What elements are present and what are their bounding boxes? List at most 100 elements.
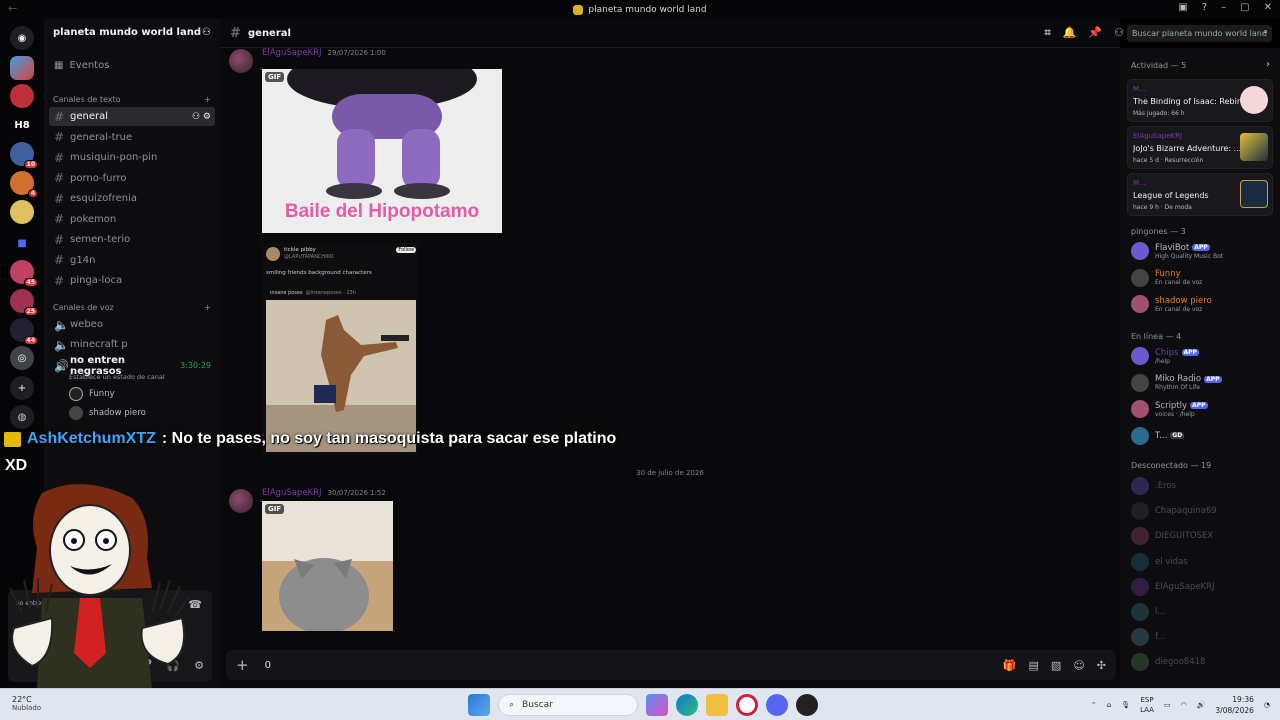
member-row[interactable]: ElAguSapeKRJ: [1131, 576, 1276, 598]
bell-icon[interactable]: 🔔: [1063, 26, 1077, 40]
gift-icon[interactable]: 🎁: [1003, 659, 1017, 672]
edge-icon[interactable]: [676, 694, 698, 716]
member-row[interactable]: l...: [1131, 601, 1276, 623]
author-name[interactable]: ElAguSapeKRJ: [262, 48, 322, 58]
members-icon[interactable]: ⚇: [1114, 26, 1124, 40]
network-icon[interactable]: ⌂: [1107, 701, 1111, 709]
member-row[interactable]: Chips APP/help: [1131, 345, 1276, 367]
member-row[interactable]: Chapaquina69: [1131, 500, 1276, 522]
pin-icon[interactable]: 📌: [1088, 26, 1102, 40]
folder-icon[interactable]: ■: [10, 231, 34, 255]
text-channel[interactable]: # general-true: [49, 128, 215, 147]
server-header[interactable]: planeta mundo world land ⚇: [44, 19, 220, 49]
discover-icon[interactable]: ◍: [10, 405, 34, 429]
emoji-icon[interactable]: ☺: [1073, 659, 1084, 672]
avatar[interactable]: [229, 489, 253, 513]
display-icon[interactable]: ▭: [1164, 701, 1171, 709]
discord-home-icon[interactable]: ◉: [10, 26, 34, 50]
member-row[interactable]: T... GD: [1131, 425, 1276, 447]
volume-icon[interactable]: 🔊: [1197, 701, 1206, 709]
text-category[interactable]: Canales de texto +: [53, 95, 211, 104]
back-arrow-icon[interactable]: ←: [8, 2, 17, 15]
voice-user[interactable]: Funny: [69, 386, 115, 402]
inbox-icon[interactable]: ▣: [1178, 2, 1187, 13]
server-icon[interactable]: 4: [10, 171, 38, 198]
server-h8[interactable]: H8: [10, 113, 34, 137]
text-channel[interactable]: # pinga-loca: [49, 271, 215, 290]
server-icon-active[interactable]: ◎: [10, 346, 34, 370]
text-channel[interactable]: # pokemon: [49, 210, 215, 229]
discord-taskbar-icon[interactable]: [766, 694, 788, 716]
add-server-icon[interactable]: +: [10, 376, 34, 400]
file-explorer-icon[interactable]: [706, 694, 728, 716]
voice-category[interactable]: Canales de voz +: [53, 303, 211, 312]
message-input[interactable]: 0: [265, 660, 271, 671]
avatar[interactable]: [229, 49, 253, 73]
add-channel-icon[interactable]: +: [204, 95, 211, 104]
text-channel[interactable]: # semen-terio: [49, 230, 215, 249]
activity-card[interactable]: ElAguSapeKRJ JoJo's Bizarre Adventure: .…: [1127, 126, 1273, 169]
text-channel[interactable]: # musiquin-pon-pin: [49, 148, 215, 167]
app-icon[interactable]: [796, 694, 818, 716]
maximize-button[interactable]: ▢: [1240, 2, 1249, 13]
server-icon[interactable]: [10, 200, 34, 224]
member-row[interactable]: Funny En canal de voz: [1131, 267, 1276, 289]
text-channel[interactable]: # g14n: [49, 251, 215, 270]
server-icon[interactable]: 10: [10, 142, 38, 169]
server-icon[interactable]: 44: [10, 318, 38, 345]
text-channel[interactable]: # porno-furro: [49, 169, 215, 188]
notifications-icon[interactable]: ◔: [1264, 701, 1270, 709]
member-row[interactable]: shadow piero En canal de voz: [1131, 293, 1276, 315]
attach-plus-icon[interactable]: +: [236, 656, 249, 674]
mic-icon[interactable]: 🎙: [1121, 701, 1130, 709]
chevron-right-icon[interactable]: ›: [1266, 59, 1270, 70]
author-name[interactable]: ElAguSapeKRJ: [262, 488, 322, 498]
message-composer[interactable]: + 0 🎁 ▤ ▧ ☺ ✣: [226, 650, 1116, 680]
voice-user[interactable]: shadow piero: [69, 405, 146, 421]
close-button[interactable]: ✕: [1264, 2, 1272, 13]
windows-start-icon[interactable]: [468, 694, 490, 716]
events-row[interactable]: ▦ Eventos: [49, 56, 215, 75]
member-row[interactable]: DIEGUITOSEX: [1131, 525, 1276, 547]
server-icon[interactable]: [10, 84, 34, 108]
language-indicator[interactable]: ESP LAA: [1140, 695, 1154, 715]
opera-icon[interactable]: [736, 694, 758, 716]
add-member-icon[interactable]: ⚇: [202, 27, 211, 41]
text-channel[interactable]: # general ⚇ ⚙: [49, 107, 215, 126]
server-icon[interactable]: [10, 56, 34, 80]
text-channel-label: pinga-loca: [70, 275, 123, 286]
voice-channel[interactable]: 🔈 webeo: [49, 315, 215, 334]
weather-widget[interactable]: 22°C Nublado: [12, 695, 41, 712]
member-row[interactable]: diegoo8418: [1131, 651, 1276, 673]
member-row[interactable]: .Eros: [1131, 475, 1276, 497]
gif-icon[interactable]: ▤: [1029, 659, 1039, 672]
activity-card[interactable]: M... The Binding of Isaac: Rebirth Más j…: [1127, 79, 1273, 122]
apps-icon[interactable]: ✣: [1097, 659, 1106, 672]
minimize-button[interactable]: –: [1221, 2, 1226, 13]
add-channel-icon[interactable]: +: [204, 303, 211, 312]
member-row[interactable]: Miko Radio APP Rhythm Of Life: [1131, 372, 1276, 394]
server-icon[interactable]: 25: [10, 289, 38, 316]
member-row[interactable]: el vidas: [1131, 551, 1276, 573]
gif-attachment[interactable]: GIF: [262, 501, 393, 631]
image-attachment[interactable]: tickle pibby @LAPUTAPANCHIKO Follow smil…: [262, 243, 418, 455]
channel-status-hint[interactable]: Establece un estado de canal: [69, 373, 165, 381]
threads-icon[interactable]: ⌗: [1045, 26, 1051, 40]
sticker-icon[interactable]: ▧: [1051, 659, 1061, 672]
server-icon[interactable]: 45: [10, 260, 38, 287]
member-row[interactable]: FlaviBot APP High Quality Music Bot: [1131, 240, 1276, 262]
chevron-up-icon[interactable]: ⌃: [1091, 701, 1097, 709]
activity-card[interactable]: M... League of Legends hace 9 h · De mod…: [1127, 173, 1273, 216]
copilot-icon[interactable]: [646, 694, 668, 716]
member-row[interactable]: f...: [1131, 626, 1276, 648]
channel-settings-icon[interactable]: ⚇ ⚙: [192, 112, 211, 122]
search-input[interactable]: Buscar planeta mundo world land ⌕: [1127, 25, 1272, 42]
gif-attachment[interactable]: Baile del Hipopotamo GIF: [262, 69, 502, 233]
wifi-icon[interactable]: ◠: [1181, 701, 1187, 709]
text-channel[interactable]: # esquizofrenia: [49, 189, 215, 208]
voice-channel[interactable]: 🔈 minecraft p: [49, 335, 215, 354]
clock[interactable]: 19:36 3/08/2026: [1215, 694, 1253, 716]
member-row[interactable]: Scriptly APP voices · /help: [1131, 398, 1276, 420]
taskbar-search[interactable]: ⌕ Buscar: [498, 694, 638, 716]
help-icon[interactable]: ?: [1202, 2, 1207, 13]
